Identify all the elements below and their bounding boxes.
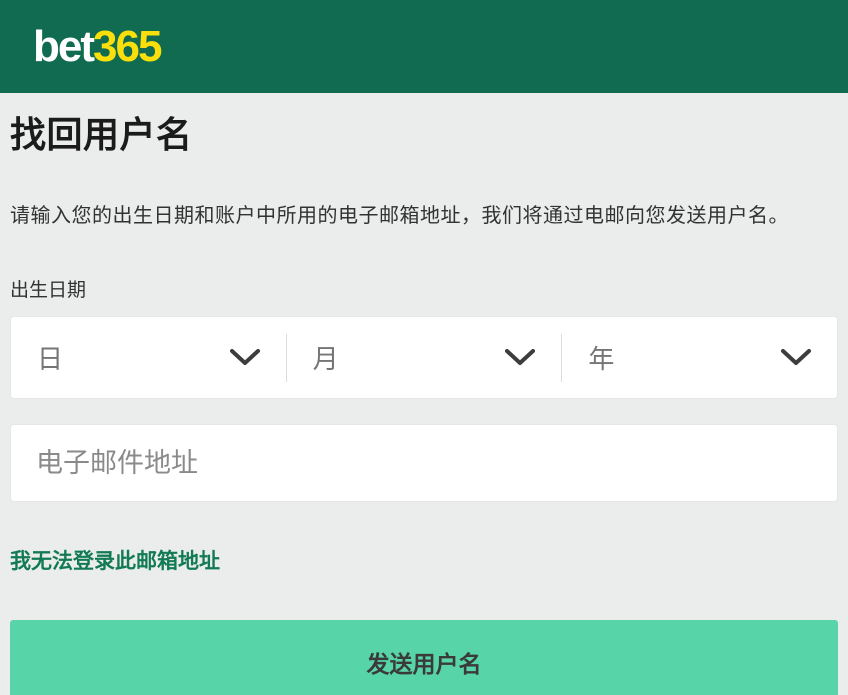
instructions-text: 请输入您的出生日期和账户中所用的电子邮箱地址，我们将通过电邮向您发送用户名。 — [10, 199, 838, 228]
email-field[interactable] — [11, 425, 837, 501]
bet365-logo[interactable]: bet365 — [33, 25, 160, 69]
recover-username-page: 找回用户名 请输入您的出生日期和账户中所用的电子邮箱地址，我们将通过电邮向您发送… — [0, 106, 848, 695]
page-title: 找回用户名 — [10, 106, 838, 158]
logo-bet-text: bet — [33, 22, 93, 71]
dob-dropdown-panel: 日 月 年 — [10, 316, 838, 399]
cannot-access-email-link[interactable]: 我无法登录此邮箱地址 — [10, 545, 220, 575]
send-username-button[interactable]: 发送用户名 — [10, 620, 838, 695]
logo-365-text: 365 — [93, 22, 160, 71]
dob-label: 出生日期 — [10, 275, 838, 302]
month-select-label: 月 — [313, 339, 339, 376]
day-select-label: 日 — [37, 339, 63, 376]
app-header: bet365 — [0, 0, 848, 93]
chevron-down-icon — [781, 349, 811, 366]
year-select[interactable]: 年 — [562, 317, 837, 398]
month-select[interactable]: 月 — [287, 317, 562, 398]
chevron-down-icon — [230, 349, 260, 366]
year-select-label: 年 — [588, 339, 614, 376]
day-select[interactable]: 日 — [11, 317, 286, 398]
chevron-down-icon — [505, 349, 535, 366]
email-field-container — [10, 424, 838, 502]
